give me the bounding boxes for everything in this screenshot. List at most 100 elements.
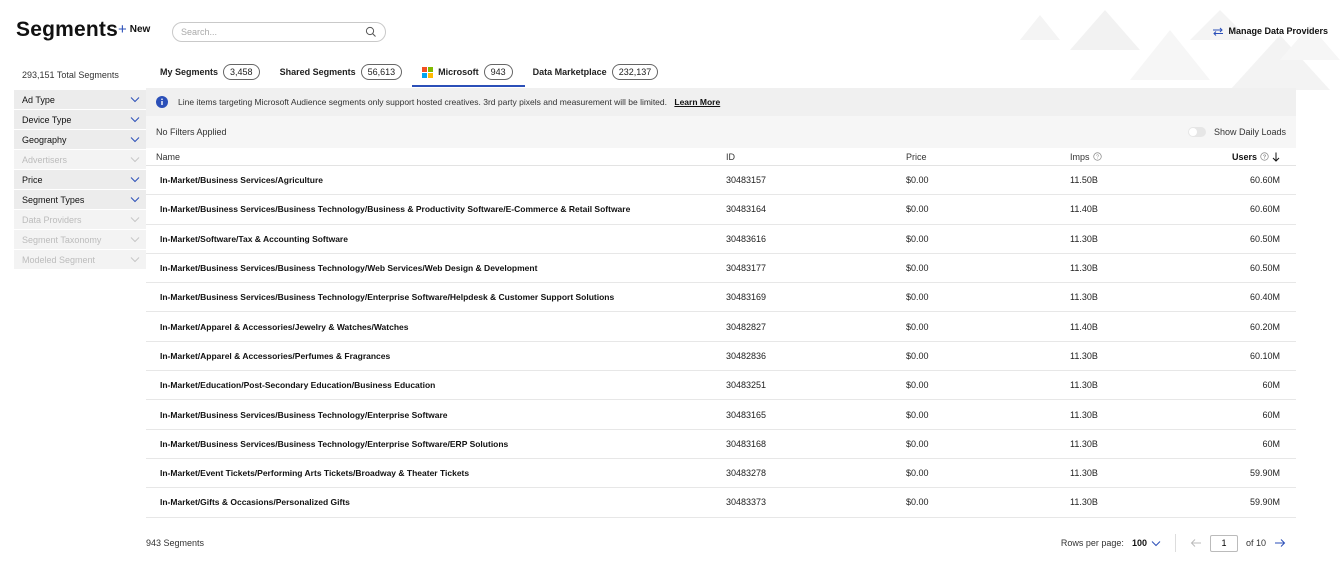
table-header: Name ID Price Imps ? Users ? [146, 148, 1296, 166]
rows-per-page-label: Rows per page: [1060, 538, 1124, 548]
sort-descending-icon[interactable] [1272, 152, 1280, 162]
filter-device-type[interactable]: Device Type [14, 110, 146, 130]
segment-id: 30483177 [726, 263, 767, 274]
table-row[interactable]: In-Market/Business Services/Business Tec… [146, 283, 1296, 313]
main-content: Line items targeting Microsoft Audience … [146, 88, 1296, 518]
search-icon[interactable] [365, 26, 377, 38]
tab-count-badge: 3,458 [223, 64, 260, 80]
microsoft-logo-icon [422, 66, 434, 78]
table-row[interactable]: In-Market/Apparel & Accessories/Perfumes… [146, 342, 1296, 372]
segment-id: 30483157 [726, 175, 767, 186]
tab-count-badge: 943 [483, 64, 513, 80]
segment-price: $0.00 [906, 380, 929, 391]
show-daily-loads-toggle[interactable] [1187, 127, 1206, 137]
search-box[interactable] [172, 22, 386, 42]
previous-page-icon[interactable] [1190, 538, 1202, 548]
segment-name: In-Market/Software/Tax & Accounting Soft… [160, 233, 348, 244]
table-row[interactable]: In-Market/Business Services/Business Tec… [146, 254, 1296, 284]
new-segment-button[interactable]: + New [118, 22, 150, 37]
segment-users: 59.90M [1249, 468, 1280, 479]
segment-id: 30483164 [726, 204, 767, 215]
segments-page: Segments + New Manage Data Providers 293… [0, 0, 1340, 584]
tab-label: Data Marketplace [532, 67, 607, 77]
segment-users: 60.40M [1249, 292, 1280, 303]
filter-status: No Filters Applied [156, 127, 227, 137]
segment-id: 30483168 [726, 438, 767, 449]
table-row[interactable]: In-Market/Business Services/Agriculture … [146, 166, 1296, 196]
segment-price: $0.00 [906, 321, 929, 332]
table-row[interactable]: In-Market/Education/Post-Secondary Educa… [146, 371, 1296, 401]
segment-imps: 11.40B [1070, 204, 1098, 215]
page-header: Segments + New Manage Data Providers [0, 0, 1340, 90]
chevron-down-icon [130, 97, 140, 103]
search-input[interactable] [181, 27, 365, 37]
segment-id: 30482836 [726, 350, 767, 361]
filter-segment-types[interactable]: Segment Types [14, 190, 146, 210]
manage-data-providers-button[interactable]: Manage Data Providers [1212, 26, 1328, 36]
segment-name: In-Market/Business Services/Business Tec… [160, 204, 631, 215]
segment-imps: 11.40B [1070, 321, 1098, 332]
column-header-price[interactable]: Price [906, 152, 1070, 162]
column-header-id[interactable]: ID [726, 152, 906, 162]
segment-price: $0.00 [906, 263, 929, 274]
table-row[interactable]: In-Market/Event Tickets/Performing Arts … [146, 459, 1296, 489]
segment-name: In-Market/Business Services/Business Tec… [160, 438, 509, 449]
filter-modeled-segment: Modeled Segment [14, 250, 146, 270]
help-icon[interactable]: ? [1092, 152, 1102, 161]
segment-id: 30483373 [726, 497, 767, 508]
filter-sidebar: Ad Type Device Type Geography Advertiser… [14, 90, 146, 270]
table-footer: 943 Segments Rows per page: 100 of 10 [146, 528, 1296, 558]
filter-advertisers: Advertisers [14, 150, 146, 170]
filter-segment-taxonomy: Segment Taxonomy [14, 230, 146, 250]
column-header-name[interactable]: Name [146, 152, 726, 162]
table-row[interactable]: In-Market/Business Services/Business Tec… [146, 430, 1296, 459]
chevron-down-icon [130, 157, 140, 163]
segment-imps: 11.30B [1070, 292, 1098, 303]
table-row[interactable]: In-Market/Software/Tax & Accounting Soft… [146, 225, 1296, 254]
filter-geography[interactable]: Geography [14, 130, 146, 150]
divider [1174, 534, 1176, 552]
help-icon[interactable]: ? [1260, 152, 1269, 161]
segment-price: $0.00 [906, 233, 929, 244]
segment-name: In-Market/Apparel & Accessories/Perfumes… [160, 350, 391, 361]
filter-label: Advertisers [22, 154, 68, 165]
table-row[interactable]: In-Market/Business Services/Business Tec… [146, 400, 1296, 430]
segment-id: 30482827 [726, 321, 767, 332]
page-number-input[interactable] [1209, 534, 1238, 552]
swap-arrows-icon [1213, 27, 1224, 36]
tab-shared-segments[interactable]: Shared Segments 56,613 [280, 58, 413, 86]
chevron-down-icon [130, 257, 140, 263]
banner-text: Line items targeting Microsoft Audience … [178, 97, 667, 107]
segment-users: 60M [1262, 380, 1280, 391]
filter-ad-type[interactable]: Ad Type [14, 90, 146, 110]
segment-imps: 11.30B [1070, 438, 1098, 449]
column-header-imps[interactable]: Imps ? [1070, 152, 1220, 162]
tab-data-marketplace[interactable]: Data Marketplace 232,137 [533, 58, 669, 86]
segment-name: In-Market/Business Services/Business Tec… [160, 263, 538, 274]
rows-per-page-select[interactable]: 100 [1132, 538, 1161, 548]
table-row[interactable]: In-Market/Gifts & Occasions/Personalized… [146, 488, 1296, 518]
segment-price: $0.00 [906, 468, 929, 479]
tab-microsoft[interactable]: Microsoft 943 [412, 58, 525, 87]
tab-count-badge: 232,137 [611, 64, 659, 80]
table-row[interactable]: In-Market/Business Services/Business Tec… [146, 195, 1296, 225]
filter-label: Segment Taxonomy [22, 234, 102, 245]
segment-users: 60.50M [1249, 233, 1280, 244]
segment-users: 60.10M [1249, 350, 1280, 361]
filter-price[interactable]: Price [14, 170, 146, 190]
segment-price: $0.00 [906, 204, 929, 215]
table-row[interactable]: In-Market/Apparel & Accessories/Jewelry … [146, 312, 1296, 342]
tab-my-segments[interactable]: My Segments 3,458 [160, 58, 270, 86]
segment-name: In-Market/Business Services/Business Tec… [160, 292, 615, 303]
chevron-down-icon [130, 237, 140, 243]
segment-users: 60.60M [1249, 175, 1280, 186]
next-page-icon[interactable] [1274, 538, 1286, 548]
segment-id: 30483616 [726, 233, 767, 244]
segment-imps: 11.30B [1070, 350, 1098, 361]
learn-more-link[interactable]: Learn More [674, 97, 720, 107]
chevron-down-icon [130, 117, 140, 123]
segment-id: 30483165 [726, 409, 767, 420]
column-header-users[interactable]: Users ? [1220, 152, 1286, 162]
tab-label: Shared Segments [279, 67, 356, 77]
segment-id: 30483251 [726, 380, 767, 391]
